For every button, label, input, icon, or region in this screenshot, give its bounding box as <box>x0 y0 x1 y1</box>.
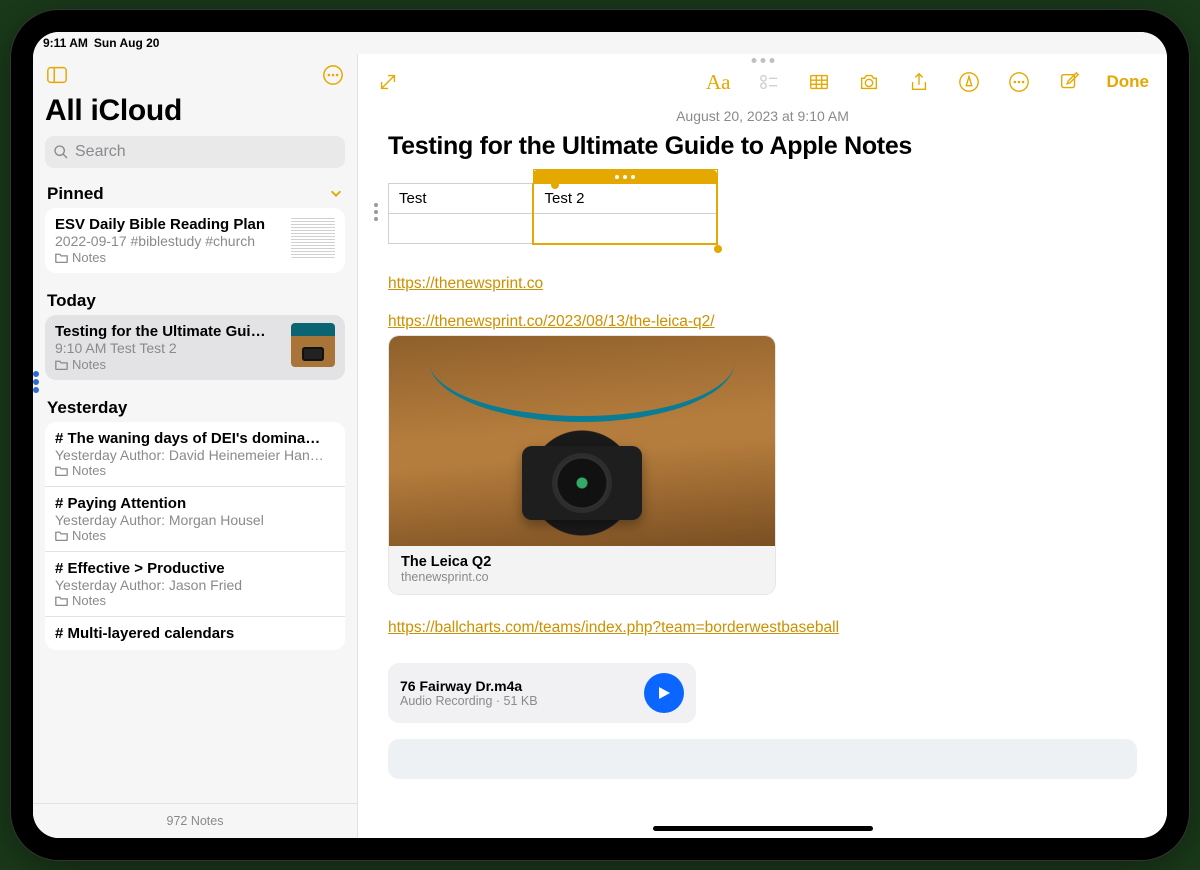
play-button[interactable] <box>644 673 684 713</box>
note-more-icon[interactable] <box>1007 70 1031 94</box>
note-card-pinned[interactable]: ESV Daily Bible Reading Plan 2022-09-17 … <box>45 208 345 273</box>
notes-list-scroll[interactable]: Pinned ESV Daily Bible Reading Plan 2022… <box>33 178 357 803</box>
share-icon[interactable] <box>907 70 931 94</box>
note-row[interactable]: # Effective > Productive Yesterday Autho… <box>45 552 345 617</box>
link-preview-title: The Leica Q2 <box>401 554 763 570</box>
note-subtitle: Yesterday Author: Jason Fried <box>55 577 335 593</box>
link-preview-image <box>389 336 775 546</box>
format-button[interactable]: Aa <box>706 70 731 95</box>
note-folder: Notes <box>72 357 106 372</box>
audio-meta: Audio Recording · 51 KB <box>400 694 634 708</box>
camera-icon[interactable] <box>857 70 881 94</box>
expand-icon[interactable] <box>376 70 400 94</box>
compose-icon[interactable] <box>1057 70 1081 94</box>
multitask-dots-icon[interactable] <box>751 58 774 63</box>
markup-icon[interactable] <box>957 70 981 94</box>
note-card-selected[interactable]: Testing for the Ultimate Gui… 9:10 AM Te… <box>45 315 345 380</box>
link[interactable]: https://thenewsprint.co/2023/08/13/the-l… <box>388 313 715 331</box>
search-placeholder: Search <box>75 143 126 161</box>
table-cell[interactable] <box>389 214 534 244</box>
chevron-down-icon <box>329 186 343 203</box>
selection-handle-icon[interactable] <box>551 181 559 189</box>
status-date: Sun Aug 20 <box>94 36 160 50</box>
note-row[interactable]: # Multi-layered calendars <box>45 617 345 650</box>
note-title: # Multi-layered calendars <box>55 625 335 642</box>
link[interactable]: https://thenewsprint.co <box>388 275 543 293</box>
note-title: # Paying Attention <box>55 495 335 512</box>
note-subtitle: Yesterday Author: David Heinemeier Han… <box>55 447 335 463</box>
audio-filename: 76 Fairway Dr.m4a <box>400 678 634 694</box>
note-row[interactable]: # The waning days of DEI's domina… Yeste… <box>45 422 345 487</box>
note-subtitle: 2022-09-17 #biblestudy #church <box>55 233 283 249</box>
selection-handle-icon[interactable] <box>714 245 722 253</box>
note-title: ESV Daily Bible Reading Plan <box>55 216 283 233</box>
note-row[interactable]: # Paying Attention Yesterday Author: Mor… <box>45 487 345 552</box>
note-date: August 20, 2023 at 9:10 AM <box>358 108 1167 124</box>
note-body[interactable]: Testing for the Ultimate Guide to Apple … <box>358 132 1167 838</box>
attachment-block[interactable] <box>388 739 1137 779</box>
folder-icon <box>55 464 68 477</box>
search-input[interactable]: Search <box>45 136 345 168</box>
folder-icon <box>55 594 68 607</box>
status-bar: 9:11 AM Sun Aug 20 <box>33 32 1167 54</box>
table-icon[interactable] <box>807 70 831 94</box>
folder-icon <box>55 251 68 264</box>
multitask-indicator <box>33 371 39 393</box>
notes-count: 972 Notes <box>33 803 357 838</box>
note-title: Testing for the Ultimate Gui… <box>55 323 283 340</box>
home-indicator[interactable] <box>653 826 873 831</box>
section-pinned[interactable]: Pinned <box>33 178 357 208</box>
note-subtitle: Yesterday Author: Morgan Housel <box>55 512 335 528</box>
link[interactable]: https://ballcharts.com/teams/index.php?t… <box>388 619 839 637</box>
audio-attachment[interactable]: 76 Fairway Dr.m4a Audio Recording · 51 K… <box>388 663 696 723</box>
yesterday-label: Yesterday <box>47 398 127 418</box>
more-options-icon[interactable] <box>321 63 345 87</box>
note-title: # Effective > Productive <box>55 560 335 577</box>
status-time: 9:11 AM <box>43 36 88 50</box>
table-cell[interactable]: Test <box>389 184 534 214</box>
search-icon <box>53 144 69 160</box>
note-folder: Notes <box>72 593 106 608</box>
checklist-icon[interactable] <box>757 70 781 94</box>
link-preview-site: thenewsprint.co <box>401 570 763 584</box>
table-column-handle[interactable] <box>533 170 717 184</box>
note-folder: Notes <box>72 528 106 543</box>
sidebar-toggle-icon[interactable] <box>45 63 69 87</box>
note-folder: Notes <box>72 463 106 478</box>
link-preview-card[interactable]: The Leica Q2 thenewsprint.co <box>388 335 776 595</box>
note-folder: Notes <box>72 250 106 265</box>
sidebar-title: All iCloud <box>33 94 357 136</box>
note-editor: Aa Done August 20, 2023 at 9:10 AM Testi… <box>358 54 1167 838</box>
note-heading[interactable]: Testing for the Ultimate Guide to Apple … <box>388 132 1137 161</box>
note-subtitle: 9:10 AM Test Test 2 <box>55 340 283 356</box>
note-table[interactable]: Test Test 2 <box>388 169 1137 245</box>
table-cell-selected[interactable]: Test 2 <box>533 184 717 214</box>
note-thumbnail <box>291 323 335 367</box>
note-title: # The waning days of DEI's domina… <box>55 430 335 447</box>
section-today: Today <box>33 285 357 315</box>
notes-sidebar: All iCloud Search Pinned ESV Daily Bible… <box>33 54 358 838</box>
note-thumbnail <box>291 216 335 260</box>
folder-icon <box>55 358 68 371</box>
today-label: Today <box>47 291 96 311</box>
folder-icon <box>55 529 68 542</box>
table-cell-selected[interactable] <box>533 214 717 244</box>
play-icon <box>656 685 672 701</box>
table-row-handle-icon[interactable] <box>374 203 378 221</box>
section-yesterday: Yesterday <box>33 392 357 422</box>
done-button[interactable]: Done <box>1107 72 1150 92</box>
pinned-label: Pinned <box>47 184 104 204</box>
